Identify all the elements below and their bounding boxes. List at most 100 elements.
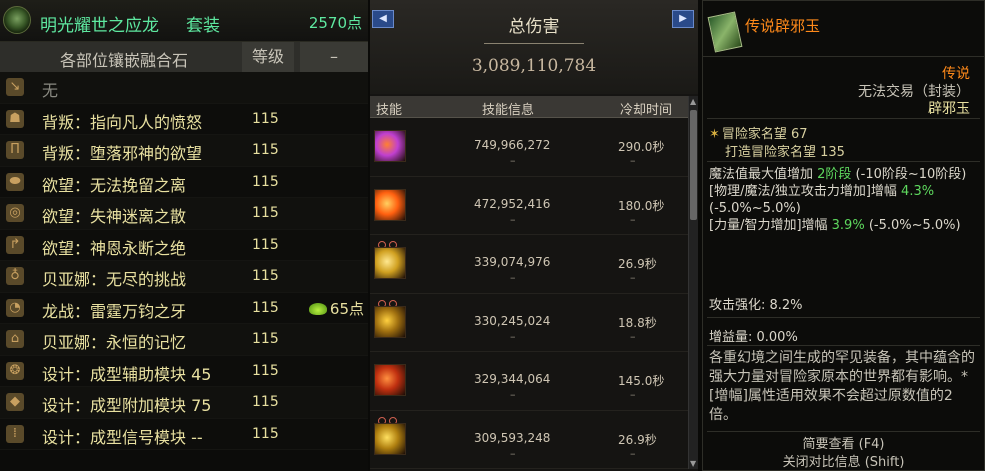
skill-cooldown-dash: – [630,271,636,284]
skill-fire-armor-icon [374,364,406,396]
slot-stone-name: 无 [42,81,59,100]
skill-cooldown: 26.9秒 [618,257,657,271]
skill-list-scrollbar[interactable]: ▲ ▼ [688,96,698,469]
close-compare-hint[interactable]: 关闭对比信息 (Shift) [703,451,984,470]
item-tooltip: 传说辟邪玉 传说 无法交易（封装） 辟邪玉 ✶ 冒险家名望 67 打造冒险家名望 … [702,0,985,471]
attack-enhance: 攻击强化: 8.2% [709,298,803,313]
slot-level: 115 [252,362,279,379]
set-header: 明光耀世之应龙 套装 2570点 [0,0,368,42]
green-gem-icon [308,303,327,315]
slot-row[interactable]: ⬬ 欲望：无法挽留之离 115 [0,166,368,198]
scroll-up-icon[interactable]: ▲ [690,97,696,106]
skill-gold-wave-icon [374,422,406,455]
total-damage-value: 3,089,110,784 [471,56,597,76]
slot-level: 115 [252,299,279,316]
skill-column-header: 技能 [376,103,403,118]
slot-row[interactable]: Π 背叛：堕落邪神的欲望 115 [0,135,368,167]
set-points: 2570点 [308,14,362,32]
slot-row[interactable]: ♁ 贝亚娜：无尽的挑战 115 [0,261,368,293]
slot-stone-name: 贝亚娜：无尽的挑战 [42,270,187,289]
skill-row[interactable]: 749,966,272–290.0秒 – [370,118,688,177]
item-header: 传说辟邪玉 [703,1,984,57]
ring-icon: ◎ [6,204,24,222]
slot-level: 115 [252,110,279,127]
skill-row[interactable]: 472,952,416–180.0秒 – [370,177,688,235]
belt-icon: ⬬ [6,172,24,191]
fame-text: 冒险家名望 67 [721,127,808,142]
skill-row[interactable]: 329,344,064–145.0秒 – [370,352,688,411]
skill-row[interactable]: 339,074,976–26.9秒 – [370,235,688,294]
skill-orange-slash-icon [374,188,406,221]
slot-level: 115 [252,268,279,284]
stat-line-mp: 魔法值最大值增加 2阶段 (-10阶段~10阶段) [709,167,967,182]
slot-stone-name: 贝亚娜：永恒的记忆 [42,333,187,352]
skill-cooldown-dash: – [630,154,636,167]
damage-summary: ◀ ▶ 总伤害 3,089,110,784 [370,0,698,94]
item-description: 各重幻境之间生成的罕见装备，其中蕴含的强大力量对冒险家原本的世界都有影响。*[增… [709,350,975,423]
slot-row[interactable]: ⌂ 贝亚娜：永恒的记忆 115 [0,324,368,356]
ring2-icon: ◔ [6,298,24,317]
set-name: 明光耀世之应龙 [40,16,159,36]
gem-icon: ◆ [6,393,24,411]
signal-icon: ⁞ [6,424,24,443]
skill-cooldown-dash: – [630,212,636,226]
slot-level: 115 [252,331,279,347]
slot-level: 115 [252,205,279,221]
skill-cooldown-dash: – [630,329,636,343]
skill-cooldown-dash: – [630,388,636,401]
slot-row[interactable]: ⁞ 设计：成型信号模块 -- 115 [0,418,368,450]
extra-column-header: – [300,42,368,72]
aux-icon: ❂ [6,361,24,380]
slot-table-header: 各部位镶嵌融合石 等级 – [0,42,368,72]
skill-info-dash: – [510,329,516,343]
divider [707,118,980,119]
skill-damage: 329,344,064 [474,372,551,386]
slot-row[interactable]: ☗ 背叛：指向凡人的愤怒 115 [0,103,368,135]
stat-line-attack: [物理/魔法/独立攻击力增加]增幅 4.3% (-5.0%~5.0%) [709,184,935,216]
jade-item-icon [707,11,743,53]
brief-view-hint[interactable]: 简要查看 (F4) [703,433,984,452]
skill-cooldown: 18.8秒 [618,315,657,330]
set-emblem-icon [3,6,31,34]
scroll-thumb[interactable] [690,110,697,220]
divider [707,431,980,432]
slot-row[interactable]: ❂ 设计：成型辅助模块 45 115 [0,355,368,387]
slot-row[interactable]: ◔ 龙战：雷霆万钧之牙 115 65点 [0,292,368,324]
skill-cooldown: 290.0秒 [618,140,665,154]
cooldown-column-header: 冷却时间 [620,103,673,118]
slot-level: 115 [252,394,279,410]
necklace-icon: ♁ [6,267,24,285]
slot-level: 115 [252,142,279,158]
slot-level: 115 [252,236,279,253]
slot-extra-points: 65点 [308,298,364,319]
damage-title: 总伤害 [508,17,560,37]
slot-stone-name: 设计：成型附加模块 75 [42,396,212,415]
skill-damage: 339,074,976 [474,255,551,269]
slot-row[interactable]: ↱ 欲望：神恩永断之绝 115 [0,229,368,261]
slot-row[interactable]: ↘ 无 [0,72,368,104]
set-type-label: 套装 [186,16,220,36]
skill-purple-burst-icon [374,130,406,162]
slot-row[interactable]: ◎ 欲望：失神迷离之散 115 [0,198,368,230]
buff-amount: 增益量: 0.00% [709,330,798,345]
skill-cooldown: 180.0秒 [618,198,665,213]
divider [707,317,980,318]
skill-badge-icons [378,411,406,425]
bracelet-icon: ↱ [6,235,24,254]
item-name: 传说辟邪玉 [745,17,821,35]
skill-row[interactable]: 309,593,248–26.9秒 – [370,411,688,469]
shoulder-icon: ↘ [6,78,24,96]
skill-info-dash: – [510,446,516,460]
skill-gold-sword-icon [374,247,406,279]
earring-icon: ⌂ [6,330,24,348]
slot-row[interactable]: ◆ 设计：成型附加模块 75 115 [0,387,368,419]
scroll-down-icon[interactable]: ▼ [690,459,696,468]
item-subtype: 辟邪玉 [928,101,970,117]
skill-info-dash: – [510,388,516,401]
slot-stone-name: 欲望：无法挽留之离 [42,175,187,195]
skill-cooldown: 26.9秒 [618,432,657,447]
fame-star-icon: ✶ [709,127,720,142]
skill-row[interactable]: 330,245,024–18.8秒 – [370,294,688,352]
adventurer-fame: ✶ 冒险家名望 67 [709,123,808,142]
pants-icon: Π [6,141,24,159]
